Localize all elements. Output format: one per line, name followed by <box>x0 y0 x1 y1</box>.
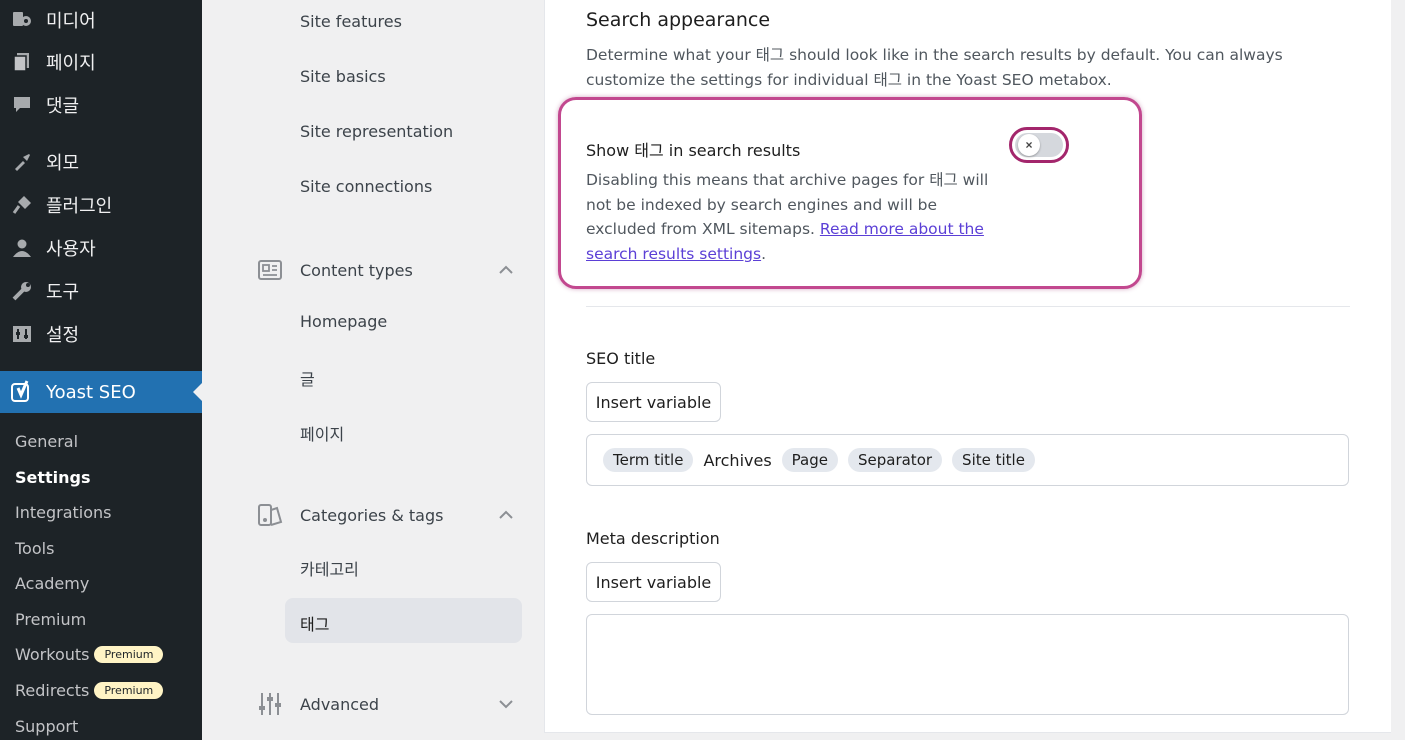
meta-description-insert-variable-button[interactable]: Insert variable <box>586 562 721 602</box>
toggle-label: Show 태그 in search results <box>586 141 801 160</box>
admin-sidebar: 미디어 페이지 댓글 외모 플러그인 사용자 도구 설정 Yoast SEO G… <box>0 0 202 740</box>
content-types-icon <box>256 256 284 284</box>
chevron-up-icon <box>499 265 513 274</box>
appearance-icon <box>10 150 34 174</box>
tools-icon <box>10 279 34 303</box>
menu-item-plugins[interactable]: 플러그인 <box>0 185 202 225</box>
nav-tags[interactable]: 태그 <box>300 611 329 635</box>
categories-tags-icon <box>256 501 284 529</box>
nav-group-categories-tags[interactable]: Categories & tags <box>256 500 516 530</box>
current-menu-arrow <box>193 383 202 401</box>
users-icon <box>10 236 34 260</box>
meta-description-input[interactable] <box>586 614 1349 715</box>
settings-main-panel: Search appearance Determine what your 태그… <box>544 0 1391 733</box>
variable-pill: Term title <box>603 448 694 472</box>
nav-homepage[interactable]: Homepage <box>300 312 387 331</box>
premium-badge: Premium <box>94 682 164 699</box>
submenu-premium[interactable]: Premium <box>15 610 86 629</box>
menu-item-users[interactable]: 사용자 <box>0 228 202 268</box>
seo-title-input[interactable]: Term title Archives Page Separator Site … <box>586 434 1349 486</box>
premium-badge: Premium <box>94 646 164 663</box>
submenu-support[interactable]: Support <box>15 717 78 736</box>
toggle-knob: × <box>1018 134 1040 156</box>
settings-nav: Site features Site basics Site represent… <box>202 0 544 740</box>
meta-description-label: Meta description <box>586 529 720 548</box>
submenu-redirects[interactable]: Redirects Premium <box>15 681 164 700</box>
pages-icon <box>10 50 34 74</box>
menu-item-yoast-seo[interactable]: Yoast SEO <box>0 371 202 413</box>
chevron-down-icon <box>499 700 513 709</box>
comments-icon <box>10 93 34 117</box>
advanced-icon <box>256 690 284 718</box>
section-title: Search appearance <box>586 9 771 31</box>
toggle-track: × <box>1015 133 1063 157</box>
nav-pages[interactable]: 페이지 <box>300 421 344 445</box>
submenu-tools[interactable]: Tools <box>15 539 54 558</box>
variable-pill: Separator <box>847 448 943 472</box>
section-description: Determine what your 태그 should look like … <box>586 46 1283 89</box>
divider <box>586 306 1350 307</box>
menu-item-pages[interactable]: 페이지 <box>0 42 202 82</box>
variable-pill: Site title <box>952 448 1035 472</box>
nav-group-advanced[interactable]: Advanced <box>256 689 516 719</box>
nav-site-features[interactable]: Site features <box>300 12 402 31</box>
nav-posts[interactable]: 글 <box>300 366 315 390</box>
submenu-integrations[interactable]: Integrations <box>15 503 112 522</box>
yoast-icon <box>10 380 34 404</box>
variable-pill: Page <box>781 448 838 472</box>
seo-title-insert-variable-button[interactable]: Insert variable <box>586 382 721 422</box>
submenu-general[interactable]: General <box>15 432 78 451</box>
nav-site-basics[interactable]: Site basics <box>300 67 386 86</box>
toggle-description: Disabling this means that archive pages … <box>586 171 989 263</box>
menu-item-media[interactable]: 미디어 <box>0 0 202 40</box>
menu-item-tools[interactable]: 도구 <box>0 271 202 311</box>
settings-icon <box>10 322 34 346</box>
menu-item-comments[interactable]: 댓글 <box>0 85 202 125</box>
title-text: Archives <box>703 450 772 470</box>
show-in-search-toggle[interactable]: × <box>1009 127 1069 163</box>
submenu-settings[interactable]: Settings <box>15 468 91 487</box>
chevron-up-icon <box>499 510 513 519</box>
close-icon: × <box>1025 138 1033 152</box>
media-icon <box>10 8 34 32</box>
nav-categories[interactable]: 카테고리 <box>300 556 359 580</box>
nav-site-connections[interactable]: Site connections <box>300 177 432 196</box>
seo-title-label: SEO title <box>586 349 656 368</box>
submenu-academy[interactable]: Academy <box>15 574 89 593</box>
menu-item-appearance[interactable]: 외모 <box>0 142 202 182</box>
menu-item-settings[interactable]: 설정 <box>0 314 202 354</box>
nav-site-representation[interactable]: Site representation <box>300 122 453 141</box>
nav-group-content-types[interactable]: Content types <box>256 255 516 285</box>
plugins-icon <box>10 193 34 217</box>
submenu-workouts[interactable]: Workouts Premium <box>15 645 164 664</box>
